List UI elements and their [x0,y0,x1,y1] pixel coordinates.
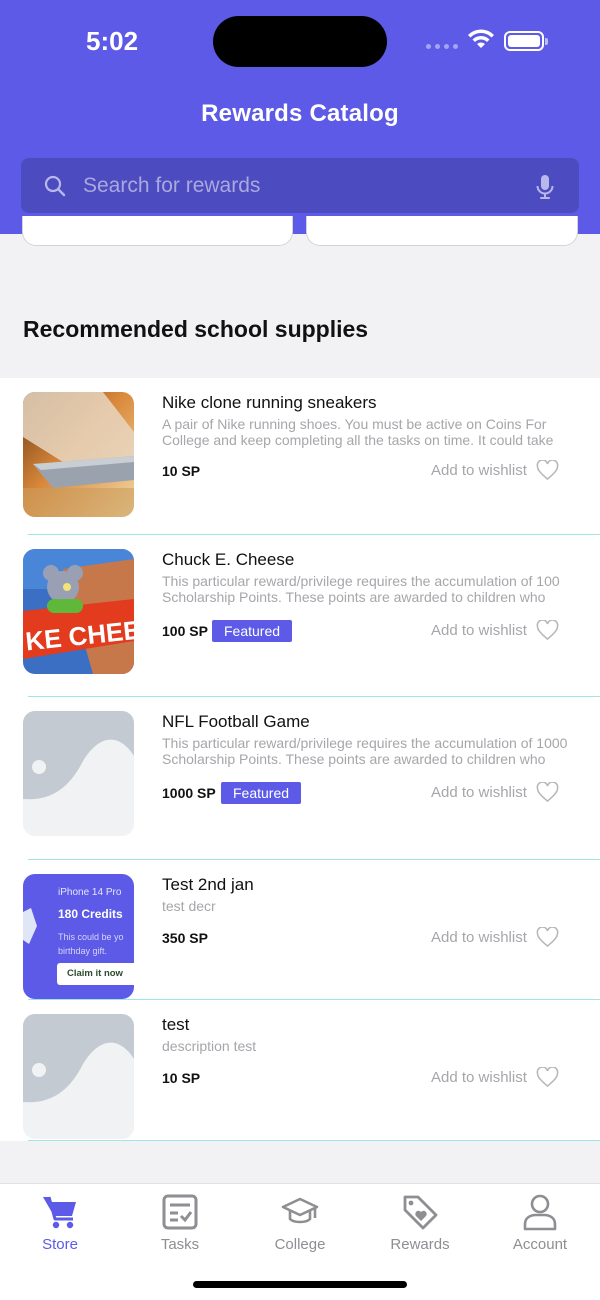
add-to-wishlist-link[interactable]: Add to wishlist [431,1069,527,1086]
reward-price: 10 SP [162,1070,201,1086]
tab-label: Tasks [160,1236,200,1253]
tab-tasks[interactable]: Tasks [120,1192,240,1253]
microphone-icon[interactable] [535,174,555,200]
featured-badge: Featured [221,782,302,804]
featured-badge: Featured [212,620,293,642]
battery-icon [504,31,548,51]
chuck-e-cheese-photo: KE CHEES [23,549,134,674]
reward-description: A pair of Nike running shoes. You must b… [162,416,554,448]
reward-name: test [162,1015,190,1034]
card-shape [23,908,37,944]
laptop-photo [23,392,134,517]
promo-cta: Claim it now [57,963,134,985]
graduation-cap-icon [281,1197,319,1224]
add-to-wishlist-link[interactable]: Add to wishlist [431,622,527,639]
dynamic-island [213,16,387,67]
checklist-icon [162,1194,198,1230]
cart-icon [43,1196,76,1229]
wifi-icon [468,29,494,48]
section-title: Recommended school supplies [23,316,369,342]
divider [28,1140,600,1141]
placeholder-image-icon [23,711,134,836]
list-item[interactable]: test description test 10 SP Add to wishl… [0,1000,600,1141]
reward-image [23,1014,134,1139]
tab-label: College [274,1236,326,1253]
status-time: 5:02 [86,26,139,56]
reward-image [23,711,134,836]
reward-name: Nike clone running sneakers [162,393,377,412]
tag-heart-icon [403,1195,438,1230]
reward-image: KE CHEES [23,549,134,674]
search-bar[interactable] [21,158,579,213]
reward-image [23,392,134,517]
tab-rewards[interactable]: Rewards [360,1192,480,1253]
add-to-wishlist-link[interactable]: Add to wishlist [431,929,527,946]
reward-description: test decr [162,898,216,914]
add-to-wishlist-link[interactable]: Add to wishlist [431,784,527,801]
tab-college[interactable]: College [240,1192,360,1253]
reward-name: Test 2nd jan [162,875,254,894]
list-item[interactable]: iPhone 14 Pro 180 Credits This could be … [0,860,600,1000]
reward-list: Nike clone running sneakers A pair of Ni… [0,378,600,1141]
promo-credits: 180 Credits [58,907,123,921]
reward-description: This particular reward/privilege require… [162,573,560,605]
reward-description: description test [162,1038,257,1054]
reward-price: 100 SP [162,623,208,639]
list-item[interactable]: KE CHEES Chuck E. Cheese This particular… [0,535,600,697]
reward-price: 10 SP [162,463,201,479]
list-item[interactable]: NFL Football Game This particular reward… [0,697,600,860]
reward-image: iPhone 14 Pro 180 Credits This could be … [23,874,134,999]
page-title: Rewards Catalog [201,100,399,127]
placeholder-image-icon [23,1014,134,1139]
search-icon [44,175,66,197]
heart-icon[interactable] [536,927,559,948]
tab-label: Rewards [390,1236,450,1253]
heart-icon[interactable] [536,460,559,481]
reward-price: 350 SP [162,930,208,946]
home-indicator[interactable] [193,1281,407,1288]
promo-line-1: This could be yo [58,932,124,942]
app-header: 5:02 Rewards Catalog [0,0,600,234]
tab-label: Account [512,1236,568,1253]
heart-icon[interactable] [536,620,559,641]
reward-name: Chuck E. Cheese [162,550,295,569]
category-card[interactable] [22,216,293,246]
tab-store[interactable]: Store [0,1192,120,1253]
add-to-wishlist-link[interactable]: Add to wishlist [431,462,527,479]
reward-price: 1000 SP [162,785,216,801]
category-card[interactable] [306,216,578,246]
reward-description: This particular reward/privilege require… [162,735,568,767]
credits-promo: iPhone 14 Pro 180 Credits This could be … [23,874,134,999]
promo-line-2: birthday gift. [58,946,108,956]
reward-name: NFL Football Game [162,712,310,731]
tab-account[interactable]: Account [480,1192,600,1253]
person-icon [523,1194,557,1231]
tab-label: Store [42,1236,78,1253]
cellular-signal-icon [426,44,458,49]
promo-device: iPhone 14 Pro [58,887,122,898]
heart-icon[interactable] [536,782,559,803]
list-item[interactable]: Nike clone running sneakers A pair of Ni… [0,378,600,535]
search-input[interactable] [83,158,523,213]
heart-icon[interactable] [536,1067,559,1088]
